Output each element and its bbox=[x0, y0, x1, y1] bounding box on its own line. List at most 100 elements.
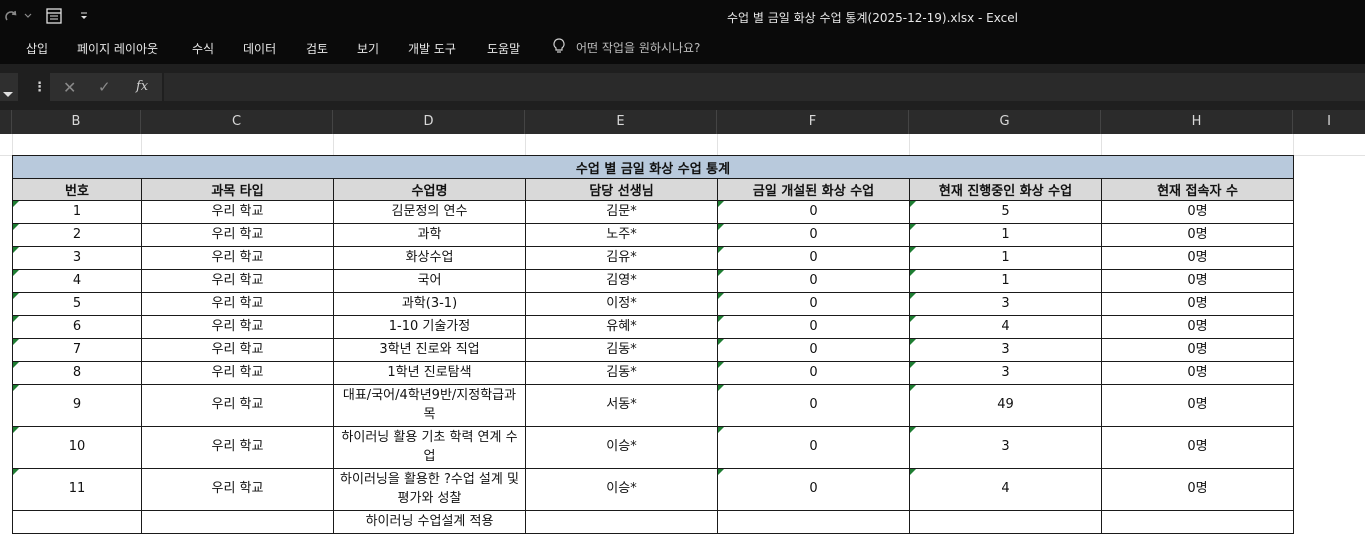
tab-developer[interactable]: 개발 도구 bbox=[408, 40, 456, 57]
tab-page-layout[interactable]: 페이지 레이아웃 bbox=[77, 40, 158, 57]
cell-number[interactable]: 8 bbox=[12, 361, 142, 385]
tab-help[interactable]: 도움말 bbox=[487, 40, 520, 57]
cell-number[interactable]: 11 bbox=[12, 468, 142, 511]
enter-icon[interactable]: ✓ bbox=[98, 78, 111, 96]
cell-subject-type[interactable]: 우리 학교 bbox=[141, 384, 334, 427]
cell-connected-users[interactable]: 0명 bbox=[1100, 223, 1295, 247]
cell-in-progress[interactable] bbox=[909, 510, 1102, 534]
tab-insert[interactable]: 삽입 bbox=[26, 40, 48, 57]
cell-number[interactable]: 7 bbox=[12, 338, 142, 362]
cell-opened-today[interactable]: 0 bbox=[717, 315, 910, 339]
cell-opened-today[interactable]: 0 bbox=[717, 269, 910, 293]
cell-subject-type[interactable]: 우리 학교 bbox=[141, 200, 334, 224]
chevron-down-icon[interactable] bbox=[24, 13, 32, 19]
insert-function-icon[interactable]: fx bbox=[136, 79, 148, 94]
cell-class-name[interactable]: 화상수업 bbox=[333, 246, 526, 270]
cell-connected-users[interactable]: 0명 bbox=[1100, 246, 1295, 270]
cell-in-progress[interactable]: 3 bbox=[909, 426, 1102, 469]
cell-subject-type[interactable]: 우리 학교 bbox=[141, 246, 334, 270]
cell-class-name[interactable]: 하이러닝 수업설계 적용 bbox=[333, 510, 526, 534]
cell-teacher[interactable]: 유혜* bbox=[525, 315, 718, 339]
cell-subject-type[interactable] bbox=[141, 510, 334, 534]
column-header[interactable]: E bbox=[525, 110, 717, 134]
cell-teacher[interactable]: 이승* bbox=[525, 468, 718, 511]
cell-opened-today[interactable]: 0 bbox=[717, 468, 910, 511]
cell-in-progress[interactable]: 3 bbox=[909, 292, 1102, 316]
cell-in-progress[interactable]: 3 bbox=[909, 338, 1102, 362]
cell-connected-users[interactable]: 0명 bbox=[1100, 200, 1295, 224]
cell-opened-today[interactable]: 0 bbox=[717, 361, 910, 385]
cell-class-name[interactable]: 하이러닝을 활용한 ?수업 설계 및 평가와 성찰 bbox=[333, 468, 526, 511]
cell-opened-today[interactable]: 0 bbox=[717, 426, 910, 469]
tell-me-box[interactable]: 어떤 작업을 원하시나요? bbox=[552, 38, 700, 57]
form-icon[interactable] bbox=[46, 8, 62, 24]
cell-subject-type[interactable]: 우리 학교 bbox=[141, 269, 334, 293]
table-title[interactable]: 수업 별 금일 화상 수업 통계 bbox=[11, 155, 1295, 179]
cell-in-progress[interactable]: 1 bbox=[909, 223, 1102, 247]
name-box[interactable] bbox=[0, 73, 18, 101]
column-header[interactable]: D bbox=[333, 110, 525, 134]
cell-subject-type[interactable]: 우리 학교 bbox=[141, 292, 334, 316]
cell-connected-users[interactable] bbox=[1100, 510, 1295, 534]
header-opened-today[interactable]: 금일 개설된 화상 수업 bbox=[717, 178, 910, 201]
header-in-progress[interactable]: 현재 진행중인 화상 수업 bbox=[909, 178, 1102, 201]
tab-data[interactable]: 데이터 bbox=[243, 40, 276, 57]
cell-subject-type[interactable]: 우리 학교 bbox=[141, 223, 334, 247]
cell-opened-today[interactable]: 0 bbox=[717, 200, 910, 224]
cell-subject-type[interactable]: 우리 학교 bbox=[141, 338, 334, 362]
cell-number[interactable]: 4 bbox=[12, 269, 142, 293]
column-header[interactable]: F bbox=[717, 110, 909, 134]
cell-opened-today[interactable]: 0 bbox=[717, 384, 910, 427]
cell-class-name[interactable]: 하이러닝 활용 기초 학력 연계 수업 bbox=[333, 426, 526, 469]
cell-class-name[interactable]: 1학년 진로탐색 bbox=[333, 361, 526, 385]
cell-in-progress[interactable]: 4 bbox=[909, 315, 1102, 339]
cell-opened-today[interactable]: 0 bbox=[717, 246, 910, 270]
select-all-corner[interactable] bbox=[0, 110, 12, 134]
column-header[interactable]: H bbox=[1101, 110, 1293, 134]
cell-teacher[interactable]: 서동* bbox=[525, 384, 718, 427]
cell-connected-users[interactable]: 0명 bbox=[1100, 426, 1295, 469]
customize-qat-icon[interactable] bbox=[80, 12, 88, 20]
column-header[interactable]: B bbox=[12, 110, 141, 134]
header-number[interactable]: 번호 bbox=[12, 178, 142, 201]
cell-teacher[interactable]: 김유* bbox=[525, 246, 718, 270]
chevron-down-icon[interactable] bbox=[3, 92, 13, 97]
cell-in-progress[interactable]: 49 bbox=[909, 384, 1102, 427]
cell-connected-users[interactable]: 0명 bbox=[1100, 315, 1295, 339]
cell-class-name[interactable]: 국어 bbox=[333, 269, 526, 293]
cell-in-progress[interactable]: 5 bbox=[909, 200, 1102, 224]
cell-class-name[interactable]: 과학 bbox=[333, 223, 526, 247]
column-header[interactable]: G bbox=[909, 110, 1101, 134]
cancel-icon[interactable]: ✕ bbox=[63, 78, 76, 97]
cell-connected-users[interactable]: 0명 bbox=[1100, 269, 1295, 293]
cell-subject-type[interactable]: 우리 학교 bbox=[141, 426, 334, 469]
cell-teacher[interactable]: 이승* bbox=[525, 426, 718, 469]
more-options-icon[interactable]: ⋮ bbox=[33, 80, 46, 95]
cell-number[interactable]: 10 bbox=[12, 426, 142, 469]
cell-number[interactable] bbox=[12, 510, 142, 534]
cell-number[interactable]: 9 bbox=[12, 384, 142, 427]
cell-number[interactable]: 1 bbox=[12, 200, 142, 224]
cell-class-name[interactable]: 1-10 기술가정 bbox=[333, 315, 526, 339]
cell-teacher[interactable]: 이정* bbox=[525, 292, 718, 316]
cell-teacher[interactable]: 김영* bbox=[525, 269, 718, 293]
formula-input[interactable] bbox=[164, 73, 1365, 101]
cell-teacher[interactable]: 김문* bbox=[525, 200, 718, 224]
cell-teacher[interactable]: 김동* bbox=[525, 338, 718, 362]
cell-number[interactable]: 2 bbox=[12, 223, 142, 247]
cell-teacher[interactable]: 노주* bbox=[525, 223, 718, 247]
header-subject-type[interactable]: 과목 타입 bbox=[141, 178, 334, 201]
cell-in-progress[interactable]: 1 bbox=[909, 246, 1102, 270]
cell-subject-type[interactable]: 우리 학교 bbox=[141, 468, 334, 511]
cell-opened-today[interactable]: 0 bbox=[717, 338, 910, 362]
tab-formulas[interactable]: 수식 bbox=[192, 40, 214, 57]
cell-connected-users[interactable]: 0명 bbox=[1100, 468, 1295, 511]
header-class-name[interactable]: 수업명 bbox=[333, 178, 526, 201]
cell-opened-today[interactable]: 0 bbox=[717, 292, 910, 316]
cell-number[interactable]: 6 bbox=[12, 315, 142, 339]
cell-opened-today[interactable] bbox=[717, 510, 910, 534]
cell-connected-users[interactable]: 0명 bbox=[1100, 292, 1295, 316]
cell-number[interactable]: 5 bbox=[12, 292, 142, 316]
cell-connected-users[interactable]: 0명 bbox=[1100, 384, 1295, 427]
column-header[interactable]: C bbox=[141, 110, 333, 134]
